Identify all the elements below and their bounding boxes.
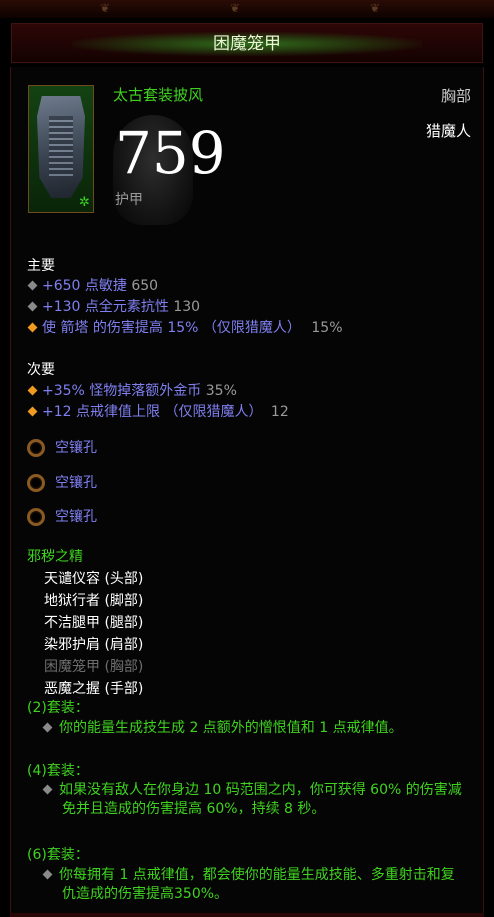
stat-text: +130 点全元素抗性 <box>42 299 169 315</box>
socket-label: 空镶孔 <box>55 509 97 525</box>
empty-socket-icon <box>27 508 45 526</box>
stat-value: 35% <box>205 383 237 399</box>
item-class: 猎魔人 <box>425 122 471 140</box>
top-ornament: ❦ ❦ ❦ <box>0 0 494 18</box>
empty-socket-icon <box>27 439 45 457</box>
set-name: 邪秽之精 <box>27 549 83 565</box>
stat-bullet-icon <box>27 301 38 312</box>
primary-stat: 使 箭塔 的伤害提高 15% （仅限猎魔人） 15% <box>27 319 343 338</box>
item-slot: 胸部 <box>440 87 471 105</box>
set-piece: 不洁腿甲 (腿部) <box>44 615 144 631</box>
armor-value: 759 <box>115 119 226 187</box>
stat-bullet-icon <box>27 385 38 396</box>
stat-value: 12 <box>270 404 289 420</box>
socket-label: 空镶孔 <box>55 475 97 491</box>
secondary-heading: 次要 <box>27 362 55 378</box>
bonus-bullet-icon <box>42 722 53 733</box>
stat-text: +650 点敏捷 <box>42 278 127 294</box>
item-icon-frame: ✲ <box>28 85 94 213</box>
ornament-icon: ❦ <box>230 1 241 15</box>
set-bonus-label: (2)套装： <box>27 700 89 716</box>
stat-bullet-icon <box>27 406 38 417</box>
armor-label: 护甲 <box>115 192 143 208</box>
ancient-star-icon: ✲ <box>79 195 90 210</box>
set-piece: 天谴仪容 (头部) <box>44 571 144 587</box>
item-type-name: 太古套装披风 <box>113 86 204 104</box>
item-tooltip: ❦ ❦ ❦ 困魔笼甲 ✲ 太古套装披风 胸部 猎魔人 759 护甲 主要 +65… <box>0 0 494 917</box>
secondary-stat: +35% 怪物掉落额外金币 35% <box>27 382 237 401</box>
primary-stat: +650 点敏捷 650 <box>27 277 158 296</box>
chest-armor-icon <box>37 96 85 198</box>
empty-socket-icon <box>27 474 45 492</box>
set-bonus-text: 你每拥有 1 点戒律值，都会使你的能量生成技能、多重射击和复仇造成的伤害提高35… <box>42 866 464 904</box>
set-bonus-text: 如果没有敌人在你身边 10 码范围之内，你可获得 60% 的伤害减免并且造成的伤… <box>42 781 464 819</box>
bonus-bullet-icon <box>42 784 53 795</box>
set-bonus-text: 你的能量生成技生成 2 点额外的憎恨值和 1 点戒律值。 <box>42 719 464 738</box>
set-bonus-label: (4)套装： <box>27 763 89 779</box>
set-piece: 恶魔之握 (手部) <box>44 681 144 697</box>
bonus-description: 你的能量生成技生成 2 点额外的憎恨值和 1 点戒律值。 <box>59 720 403 736</box>
stat-value: 15% <box>311 320 343 336</box>
set-bonus-label: (6)套装： <box>27 847 89 863</box>
ornament-icon: ❦ <box>370 1 381 15</box>
stat-bullet-icon <box>27 322 38 333</box>
stat-value: 650 <box>131 278 159 294</box>
secondary-stat: +12 点戒律值上限 （仅限猎魔人） 12 <box>27 403 289 422</box>
set-piece: 地狱行者 (脚部) <box>44 593 144 609</box>
bottom-border <box>10 913 484 917</box>
tooltip-body: ✲ 太古套装披风 胸部 猎魔人 759 护甲 主要 +650 点敏捷 650 +… <box>10 67 484 913</box>
socket-label: 空镶孔 <box>55 440 97 456</box>
primary-stat: +130 点全元素抗性 130 <box>27 298 200 317</box>
bonus-description: 如果没有敌人在你身边 10 码范围之内，你可获得 60% 的伤害减免并且造成的伤… <box>59 782 462 817</box>
stat-text: +35% 怪物掉落额外金币 <box>42 383 202 399</box>
ornament-icon: ❦ <box>100 1 111 15</box>
stat-text: +12 点戒律值上限 （仅限猎魔人） <box>42 404 263 420</box>
stat-text: 使 箭塔 的伤害提高 15% （仅限猎魔人） <box>42 320 301 336</box>
title-bar: 困魔笼甲 <box>11 23 483 63</box>
primary-heading: 主要 <box>27 258 55 274</box>
set-piece: 染邪护肩 (肩部) <box>44 637 144 653</box>
item-title: 困魔笼甲 <box>213 34 281 54</box>
stat-value: 130 <box>173 299 201 315</box>
set-piece-missing: 困魔笼甲 (胸部) <box>44 659 144 675</box>
stat-bullet-icon <box>27 280 38 291</box>
bonus-description: 你每拥有 1 点戒律值，都会使你的能量生成技能、多重射击和复仇造成的伤害提高35… <box>59 867 455 902</box>
bonus-bullet-icon <box>42 869 53 880</box>
